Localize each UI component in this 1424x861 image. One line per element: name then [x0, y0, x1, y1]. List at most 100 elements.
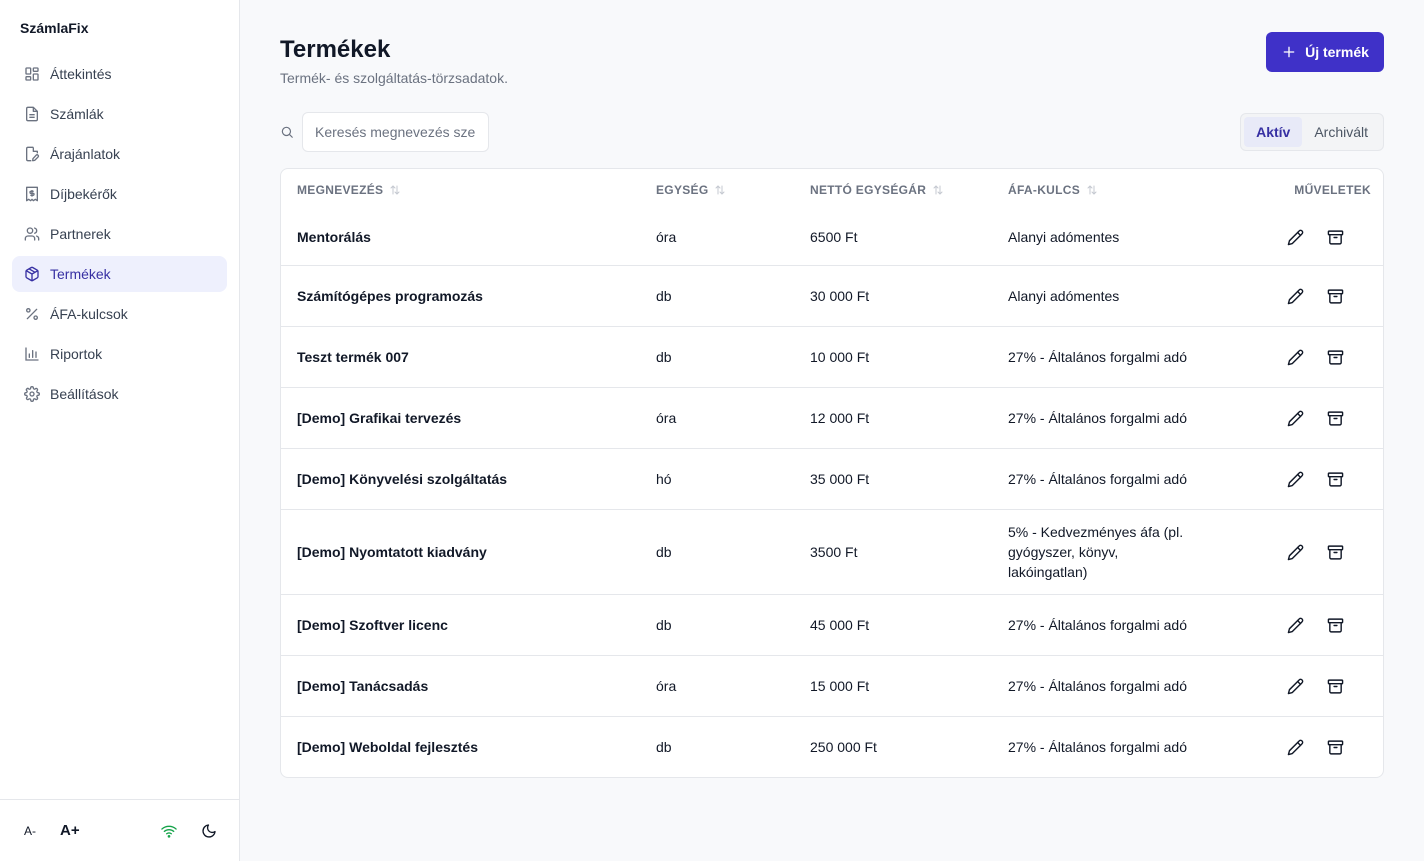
- product-name: Számítógépes programozás: [297, 288, 483, 304]
- font-increase-button[interactable]: A+: [60, 822, 80, 839]
- wifi-icon: [161, 823, 177, 839]
- new-product-button[interactable]: Új termék: [1266, 32, 1384, 72]
- sidebar-item-label: ÁFA-kulcsok: [50, 306, 128, 322]
- sidebar-item-label: Áttekintés: [50, 66, 112, 82]
- search-icon: [280, 125, 302, 139]
- table-row: [Demo] Grafikai tervezés óra 12 000 Ft 27% …: [281, 387, 1383, 448]
- edit-icon[interactable]: [1285, 347, 1305, 367]
- table-row: [Demo] Weboldal fejlesztés db 250 000 Ft 27…: [281, 716, 1383, 777]
- product-unit: óra: [656, 229, 677, 245]
- product-price: 6500 Ft: [810, 229, 858, 245]
- page-subtitle: Termék- és szolgáltatás-törzsadatok.: [280, 70, 508, 86]
- archive-icon[interactable]: [1325, 227, 1345, 247]
- package-icon: [24, 266, 40, 282]
- edit-icon[interactable]: [1285, 615, 1305, 635]
- filter-archived-tab[interactable]: Archivált: [1302, 117, 1380, 147]
- edit-icon[interactable]: [1285, 469, 1305, 489]
- moon-icon[interactable]: [201, 823, 217, 839]
- table-row: [Demo] Tanácsadás óra 15 000 Ft 27% - Által…: [281, 655, 1383, 716]
- status-filter: Aktív Archivált: [1240, 113, 1384, 151]
- column-label: NETTÓ EGYSÉGÁR: [810, 183, 927, 197]
- product-unit: db: [656, 739, 672, 755]
- font-decrease-button[interactable]: A-: [24, 824, 36, 838]
- edit-icon[interactable]: [1285, 737, 1305, 757]
- sidebar-item-label: Számlák: [50, 106, 104, 122]
- sidebar-item-arajanlatok[interactable]: Árajánlatok: [12, 136, 227, 172]
- gear-icon: [24, 386, 40, 402]
- table-header: MEGNEVEZÉS EGYSÉG NETTÓ EGYSÉGÁR ÁFA-KUL…: [281, 169, 1383, 211]
- page-title: Termékek: [280, 36, 391, 63]
- users-icon: [24, 226, 40, 242]
- column-header-price[interactable]: NETTÓ EGYSÉGÁR: [810, 183, 1008, 197]
- column-header-actions: MŰVELETEK: [1208, 183, 1383, 197]
- app-name: SzámlaFix: [20, 20, 89, 36]
- table-row: Mentorálás óra 6500 Ft Alanyi adómentes: [281, 209, 1383, 265]
- product-price: 10 000 Ft: [810, 349, 870, 365]
- bar-chart-icon: [24, 346, 40, 362]
- edit-icon[interactable]: [1285, 408, 1305, 428]
- product-name: [Demo] Tanácsadás: [297, 678, 429, 694]
- archive-icon[interactable]: [1325, 408, 1345, 428]
- sidebar-item-riportok[interactable]: Riportok: [12, 336, 227, 372]
- product-unit: hó: [656, 471, 672, 487]
- archive-icon[interactable]: [1325, 469, 1345, 489]
- product-price: 30 000 Ft: [810, 288, 870, 304]
- search-input[interactable]: [302, 112, 489, 152]
- product-price: 35 000 Ft: [810, 471, 870, 487]
- sidebar-item-termekek[interactable]: Termékek: [12, 256, 227, 292]
- column-label: MŰVELETEK: [1294, 183, 1371, 197]
- sidebar-item-label: Riportok: [50, 346, 103, 362]
- edit-icon[interactable]: [1285, 542, 1305, 562]
- sidebar-item-beallitasok[interactable]: Beállítások: [12, 376, 227, 412]
- sidebar-nav: Áttekintés Számlák Árajánlatok Díjbekérők Pa…: [12, 56, 227, 416]
- archive-icon[interactable]: [1325, 676, 1345, 696]
- product-unit: óra: [656, 410, 677, 426]
- sidebar-item-szamlak[interactable]: Számlák: [12, 96, 227, 132]
- archive-icon[interactable]: [1325, 615, 1345, 635]
- edit-icon[interactable]: [1285, 676, 1305, 696]
- table-body: Mentorálás óra 6500 Ft Alanyi adómentes Szám…: [281, 209, 1383, 777]
- column-header-unit[interactable]: EGYSÉG: [656, 183, 810, 197]
- plus-icon: [1281, 44, 1297, 60]
- table-row: Számítógépes programozás db 30 000 Ft Alany…: [281, 265, 1383, 326]
- sidebar-item-dijbekerok[interactable]: Díjbekérők: [12, 176, 227, 212]
- product-vat: 27% - Általános forgalmi adó: [1008, 349, 1187, 365]
- product-vat: 5% - Kedvezményes áfa (pl. gyógyszer, kö…: [1008, 524, 1184, 580]
- edit-icon[interactable]: [1285, 286, 1305, 306]
- edit-icon[interactable]: [1285, 227, 1305, 247]
- sidebar-item-label: Beállítások: [50, 386, 119, 402]
- sidebar-item-partnerek[interactable]: Partnerek: [12, 216, 227, 252]
- sort-icon: [389, 184, 401, 196]
- product-unit: db: [656, 617, 672, 633]
- sidebar-item-label: Termékek: [50, 266, 111, 282]
- sidebar-item-attekintes[interactable]: Áttekintés: [12, 56, 227, 92]
- product-vat: 27% - Általános forgalmi adó: [1008, 471, 1187, 487]
- product-name: [Demo] Grafikai tervezés: [297, 410, 462, 426]
- dashboard-icon: [24, 66, 40, 82]
- product-name: Teszt termék 007: [297, 349, 409, 365]
- archive-icon[interactable]: [1325, 542, 1345, 562]
- archive-icon[interactable]: [1325, 347, 1345, 367]
- sidebar-item-afa-kulcsok[interactable]: ÁFA-kulcsok: [12, 296, 227, 332]
- table-row: [Demo] Szoftver licenc db 45 000 Ft 27% - Á…: [281, 594, 1383, 655]
- receipt-dollar-icon: [24, 186, 40, 202]
- product-name: [Demo] Nyomtatott kiadvány: [297, 544, 487, 560]
- filter-active-tab[interactable]: Aktív: [1244, 117, 1303, 147]
- table-row: [Demo] Nyomtatott kiadvány db 3500 Ft 5% - …: [281, 509, 1383, 594]
- product-price: 45 000 Ft: [810, 617, 870, 633]
- archive-icon[interactable]: [1325, 737, 1345, 757]
- column-header-vat[interactable]: ÁFA-KULCS: [1008, 183, 1208, 197]
- product-vat: 27% - Általános forgalmi adó: [1008, 678, 1187, 694]
- product-price: 15 000 Ft: [810, 678, 870, 694]
- product-name: [Demo] Weboldal fejlesztés: [297, 739, 479, 755]
- search-bar: [280, 112, 489, 152]
- product-name: [Demo] Szoftver licenc: [297, 617, 448, 633]
- column-header-name[interactable]: MEGNEVEZÉS: [281, 183, 656, 197]
- sort-icon: [1086, 184, 1098, 196]
- archive-icon[interactable]: [1325, 286, 1345, 306]
- column-label: EGYSÉG: [656, 183, 709, 197]
- column-label: ÁFA-KULCS: [1008, 183, 1081, 197]
- product-price: 12 000 Ft: [810, 410, 870, 426]
- table-row: Teszt termék 007 db 10 000 Ft 27% - Általán…: [281, 326, 1383, 387]
- product-unit: db: [656, 288, 672, 304]
